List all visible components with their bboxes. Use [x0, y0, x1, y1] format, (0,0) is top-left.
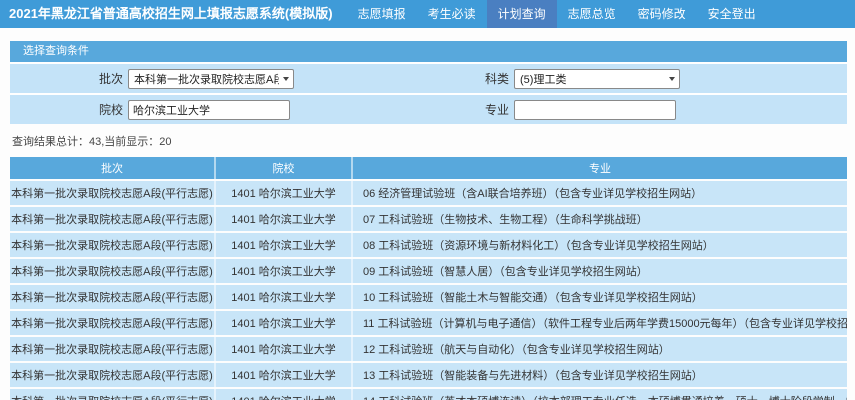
table-row[interactable]: 本科第一批次录取院校志愿A段(平行志愿) 1401 哈尔滨工业大学 07 工科试验班…: [10, 207, 847, 231]
chevron-down-icon: [283, 76, 289, 81]
cell-college: 1401 哈尔滨工业大学: [216, 389, 353, 400]
college-input[interactable]: [128, 99, 290, 120]
college-label: 院校: [98, 103, 123, 117]
nav-item-2[interactable]: 考生必读: [417, 0, 487, 28]
results-table: 批次 院校 专业 本科第一批次录取院校志愿A段(平行志愿) 1401 哈尔滨工业大…: [10, 157, 847, 400]
cell-college: 1401 哈尔滨工业大学: [216, 285, 353, 309]
table-row[interactable]: 本科第一批次录取院校志愿A段(平行志愿) 1401 哈尔滨工业大学 12 工科试验班…: [10, 337, 847, 361]
cell-batch: 本科第一批次录取院校志愿A段(平行志愿): [10, 285, 216, 309]
nav-item-6[interactable]: 安全登出: [697, 0, 767, 28]
nav-item-4[interactable]: 志愿总览: [557, 0, 627, 28]
content-area: 选择查询条件 批次 本科第一批次录取院校志愿A段(平行志愿) 科类 (5)理工类…: [10, 41, 847, 400]
header-batch: 批次: [10, 157, 216, 179]
cell-college: 1401 哈尔滨工业大学: [216, 233, 353, 257]
cell-major: 09 工科试验班（智慧人居）（包含专业详见学校招生网站）: [363, 266, 648, 278]
table-row[interactable]: 本科第一批次录取院校志愿A段(平行志愿) 1401 哈尔滨工业大学 13 工科试验班…: [10, 363, 847, 387]
table-row[interactable]: 本科第一批次录取院校志愿A段(平行志愿) 1401 哈尔滨工业大学 08 工科试验班…: [10, 233, 847, 257]
query-panel-title: 选择查询条件: [10, 41, 847, 62]
cell-college: 1401 哈尔滨工业大学: [216, 181, 353, 205]
table-header: 批次 院校 专业: [10, 157, 847, 179]
cell-major: 10 工科试验班（智能土木与智能交通）（包含专业详见学校招生网站）: [363, 292, 703, 304]
category-select-value: (5)理工类: [520, 73, 567, 86]
nav-item-3[interactable]: 计划查询: [486, 0, 557, 28]
query-row-1: 批次 本科第一批次录取院校志愿A段(平行志愿) 科类 (5)理工类: [10, 62, 847, 93]
cell-major: 14 工科试验班（英才本硕博连读）（校本部理工专业任选、本硕博贯通培养、硕士、博…: [353, 389, 847, 400]
cell-college: 1401 哈尔滨工业大学: [216, 363, 353, 387]
cell-major: 08 工科试验班（资源环境与新材料化工）（包含专业详见学校招生网站）: [363, 240, 714, 252]
nav-item-5[interactable]: 密码修改: [627, 0, 697, 28]
cell-batch: 本科第一批次录取院校志愿A段(平行志愿): [10, 233, 216, 257]
cell-batch: 本科第一批次录取院校志愿A段(平行志愿): [10, 337, 216, 361]
cell-major: 07 工科试验班（生物技术、生物工程）（生命科学挑战班）: [363, 214, 648, 226]
cell-college: 1401 哈尔滨工业大学: [216, 311, 353, 335]
cell-major: 13 工科试验班（智能装备与先进材料）（包含专业详见学校招生网站）: [363, 370, 703, 382]
cell-college: 1401 哈尔滨工业大学: [216, 337, 353, 361]
chevron-down-icon: [669, 76, 675, 81]
query-panel: 选择查询条件 批次 本科第一批次录取院校志愿A段(平行志愿) 科类 (5)理工类…: [10, 41, 847, 124]
table-row[interactable]: 本科第一批次录取院校志愿A段(平行志愿)1401 哈尔滨工业大学14 工科试验班…: [10, 389, 847, 400]
query-row-2: 院校 专业: [10, 93, 847, 124]
major-label: 专业: [484, 103, 509, 117]
cell-batch: 本科第一批次录取院校志愿A段(平行志愿): [10, 259, 216, 283]
cell-college: 1401 哈尔滨工业大学: [216, 207, 353, 231]
header-major: 专业: [589, 163, 611, 175]
table-row[interactable]: 本科第一批次录取院校志愿A段(平行志愿) 1401 哈尔滨工业大学 11 工科试验班…: [10, 311, 847, 335]
cell-major: 06 经济管理试验班（含AI联合培养班）（包含专业详见学校招生网站）: [363, 188, 703, 200]
cell-batch: 本科第一批次录取院校志愿A段(平行志愿): [10, 389, 216, 400]
app-title: 2021年黑龙江省普通高校招生网上填报志愿系统(模拟版): [9, 6, 333, 21]
nav-item-1[interactable]: 志愿填报: [347, 0, 417, 28]
table-row[interactable]: 本科第一批次录取院校志愿A段(平行志愿) 1401 哈尔滨工业大学 06 经济管理试…: [10, 181, 847, 205]
batch-select-value: 本科第一批次录取院校志愿A段(平行志愿): [134, 73, 279, 86]
table-body: 本科第一批次录取院校志愿A段(平行志愿) 1401 哈尔滨工业大学 06 经济管理试…: [10, 181, 847, 400]
cell-batch: 本科第一批次录取院校志愿A段(平行志愿): [10, 311, 216, 335]
top-navbar: 2021年黑龙江省普通高校招生网上填报志愿系统(模拟版) 志愿填报 考生必读 计划查…: [0, 0, 855, 28]
cell-major: 12 工科试验班（航天与自动化）（包含专业详见学校招生网站）: [363, 344, 670, 356]
cell-batch: 本科第一批次录取院校志愿A段(平行志愿): [10, 181, 216, 205]
header-college: 院校: [216, 157, 353, 179]
major-input[interactable]: [514, 99, 676, 120]
category-label: 科类: [484, 72, 509, 86]
main-nav: 志愿填报 考生必读 计划查询 志愿总览 密码修改 安全登出: [347, 0, 767, 28]
cell-major: 11 工科试验班（计算机与电子通信）（软件工程专业后两年学费15000元每年）（…: [363, 318, 847, 330]
cell-college: 1401 哈尔滨工业大学: [216, 259, 353, 283]
cell-batch: 本科第一批次录取院校志愿A段(平行志愿): [10, 207, 216, 231]
table-row[interactable]: 本科第一批次录取院校志愿A段(平行志愿) 1401 哈尔滨工业大学 09 工科试验班…: [10, 259, 847, 283]
batch-label: 批次: [98, 72, 123, 86]
cell-batch: 本科第一批次录取院校志愿A段(平行志愿): [10, 363, 216, 387]
batch-select[interactable]: 本科第一批次录取院校志愿A段(平行志愿): [128, 68, 294, 89]
table-row[interactable]: 本科第一批次录取院校志愿A段(平行志愿) 1401 哈尔滨工业大学 10 工科试验班…: [10, 285, 847, 309]
category-select[interactable]: (5)理工类: [514, 68, 680, 89]
result-summary: 查询结果总计：43,当前显示：20: [12, 136, 172, 148]
